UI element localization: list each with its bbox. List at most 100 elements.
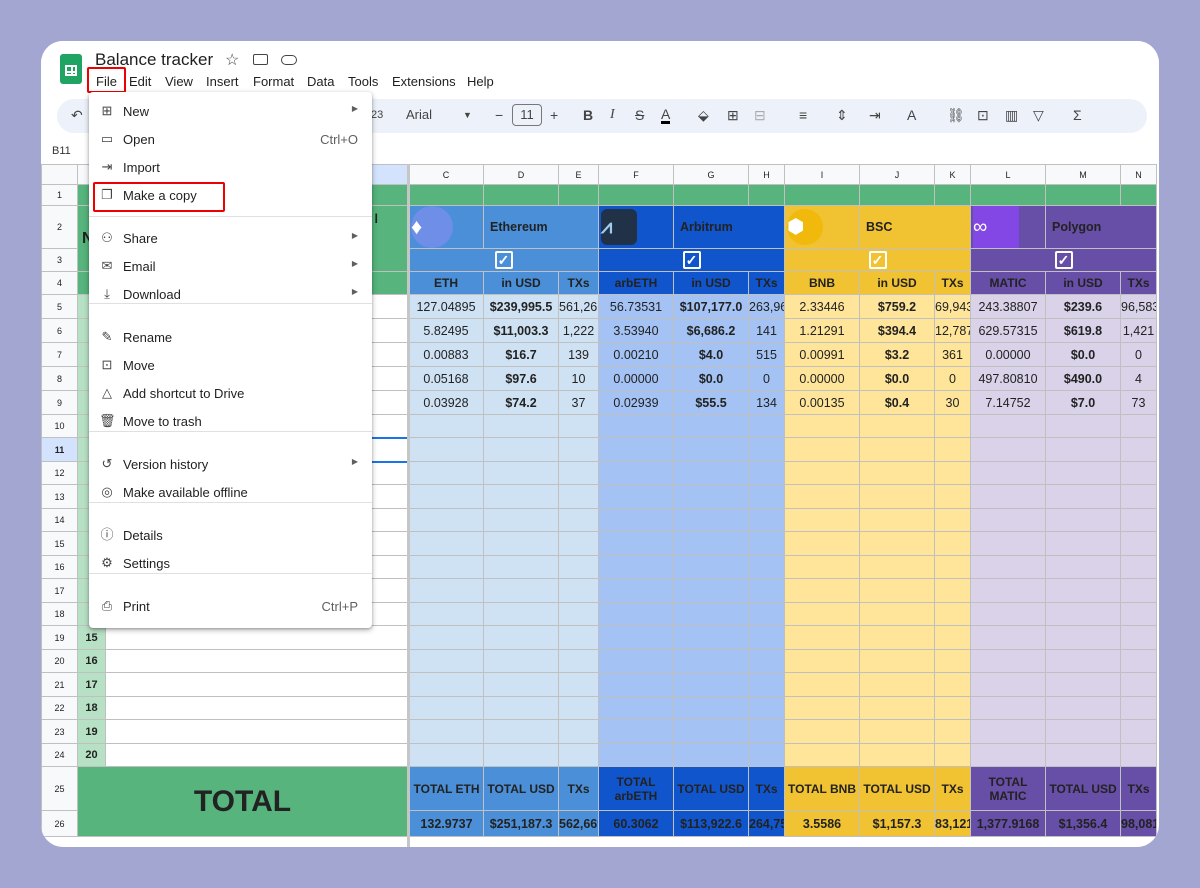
cell[interactable]: [970, 696, 1046, 720]
cell[interactable]: [934, 578, 971, 603]
cell[interactable]: [859, 184, 935, 206]
cell[interactable]: [598, 461, 674, 485]
cell[interactable]: [934, 555, 971, 579]
value-cell[interactable]: 0.03928: [408, 390, 484, 415]
row-header[interactable]: 20: [41, 649, 78, 673]
cell[interactable]: [483, 508, 559, 532]
cell[interactable]: [859, 696, 935, 720]
value-cell[interactable]: $3.2: [859, 342, 935, 367]
value-cell[interactable]: 12,787: [934, 318, 971, 343]
cell[interactable]: [934, 625, 971, 650]
cell[interactable]: [558, 625, 599, 650]
font-select[interactable]: Arial: [406, 107, 432, 122]
menu-help[interactable]: Help: [467, 74, 494, 89]
cell[interactable]: [934, 743, 971, 767]
cell[interactable]: [934, 696, 971, 720]
value-cell[interactable]: 73: [1120, 390, 1157, 415]
cell[interactable]: [748, 602, 785, 626]
cell[interactable]: [598, 672, 674, 697]
row-header[interactable]: 13: [41, 484, 78, 509]
cell[interactable]: [859, 484, 935, 509]
cell[interactable]: [1045, 743, 1121, 767]
total-value-cell[interactable]: 132.9737: [408, 810, 484, 837]
value-cell[interactable]: $0.0: [1045, 342, 1121, 367]
cell[interactable]: [748, 184, 785, 206]
frozen-column-divider[interactable]: [407, 164, 410, 847]
merge-cells-icon[interactable]: ⊟: [754, 107, 766, 124]
cell[interactable]: [748, 743, 785, 767]
cell[interactable]: [784, 602, 860, 626]
strikethrough-icon[interactable]: S: [635, 107, 644, 123]
name-box[interactable]: B11: [52, 145, 71, 157]
cell[interactable]: [859, 461, 935, 485]
menu-tools[interactable]: Tools: [348, 74, 378, 89]
row-header[interactable]: 18: [41, 602, 78, 626]
sub-header-cell[interactable]: TXs: [934, 271, 971, 295]
row-header[interactable]: 1: [41, 184, 78, 206]
cell[interactable]: [408, 743, 484, 767]
index-cell[interactable]: 15: [77, 625, 106, 650]
cell[interactable]: [673, 649, 749, 673]
sub-header-cell[interactable]: TXs: [1120, 271, 1157, 295]
cell[interactable]: [408, 508, 484, 532]
cell[interactable]: [558, 184, 599, 206]
cell[interactable]: [859, 555, 935, 579]
value-cell[interactable]: 37: [558, 390, 599, 415]
column-header[interactable]: G: [673, 164, 749, 185]
value-cell[interactable]: 69,943: [934, 294, 971, 319]
value-cell[interactable]: $394.4: [859, 318, 935, 343]
cell[interactable]: [784, 508, 860, 532]
corner-cell[interactable]: [41, 164, 78, 185]
cell[interactable]: [784, 649, 860, 673]
cell[interactable]: [784, 578, 860, 603]
cell[interactable]: [970, 649, 1046, 673]
name-cell[interactable]: [105, 743, 409, 767]
cell[interactable]: [1120, 696, 1157, 720]
cell[interactable]: [558, 602, 599, 626]
cell[interactable]: [1120, 508, 1157, 532]
value-cell[interactable]: 1,421: [1120, 318, 1157, 343]
cell[interactable]: [970, 531, 1046, 556]
row-header[interactable]: 6: [41, 318, 78, 343]
cell[interactable]: [784, 625, 860, 650]
value-cell[interactable]: 0.00991: [784, 342, 860, 367]
total-header-cell[interactable]: TOTAL USD: [673, 766, 749, 811]
value-cell[interactable]: $6,686.2: [673, 318, 749, 343]
increase-font-icon[interactable]: +: [550, 107, 558, 123]
menu-item-import[interactable]: ⇥ Import: [89, 155, 372, 181]
row-header[interactable]: 10: [41, 414, 78, 438]
value-cell[interactable]: 0.00883: [408, 342, 484, 367]
cell[interactable]: [408, 672, 484, 697]
cell[interactable]: [1045, 602, 1121, 626]
cell[interactable]: [784, 461, 860, 485]
row-header[interactable]: 5: [41, 294, 78, 319]
fill-color-icon[interactable]: ⬙: [698, 107, 709, 124]
row-header[interactable]: 14: [41, 508, 78, 532]
chart-icon[interactable]: ▥: [1005, 107, 1018, 124]
chain-name-cell[interactable]: Arbitrum: [673, 205, 785, 249]
menu-extensions[interactable]: Extensions: [392, 74, 456, 89]
cell[interactable]: [748, 484, 785, 509]
value-cell[interactable]: 629.57315: [970, 318, 1046, 343]
cell[interactable]: [408, 719, 484, 744]
row-header[interactable]: 25: [41, 766, 78, 811]
cell[interactable]: [1120, 461, 1157, 485]
cell[interactable]: [748, 437, 785, 462]
value-cell[interactable]: 0.00000: [784, 366, 860, 391]
value-cell[interactable]: $0.0: [859, 366, 935, 391]
value-cell[interactable]: 0.02939: [598, 390, 674, 415]
menu-item-download[interactable]: ⤓ Download ▶: [89, 282, 372, 308]
name-cell[interactable]: [105, 696, 409, 720]
cell[interactable]: [1120, 578, 1157, 603]
cell[interactable]: [859, 672, 935, 697]
cell[interactable]: [598, 184, 674, 206]
value-cell[interactable]: 134: [748, 390, 785, 415]
cell[interactable]: [784, 484, 860, 509]
cell[interactable]: [859, 578, 935, 603]
cell[interactable]: [558, 484, 599, 509]
cell[interactable]: [859, 414, 935, 438]
row-header[interactable]: 21: [41, 672, 78, 697]
row-header[interactable]: 19: [41, 625, 78, 650]
checkbox-checked-icon[interactable]: ✓: [1054, 251, 1073, 269]
total-header-cell[interactable]: TXs: [1120, 766, 1157, 811]
